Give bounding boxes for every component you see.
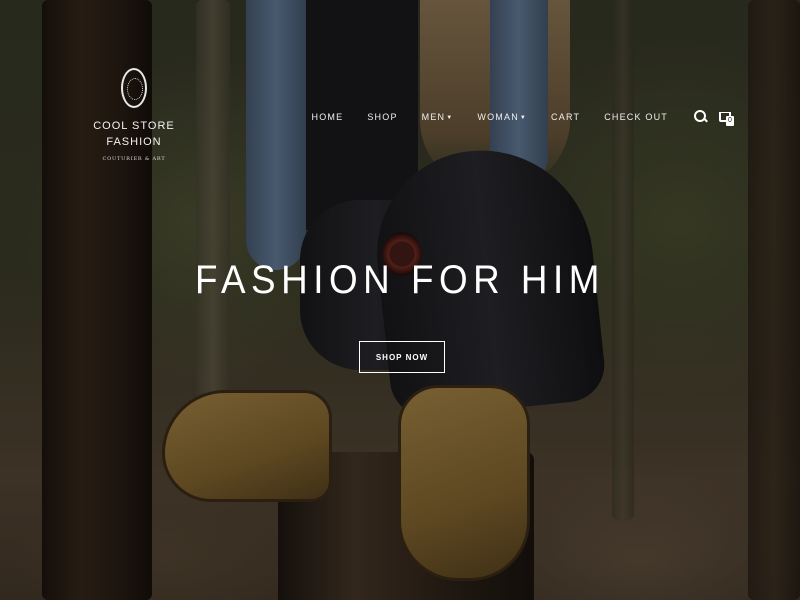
nav-item-woman-label: WOMAN <box>477 112 519 122</box>
store-logo[interactable]: COOL STORE FASHION COUTURIER & ART <box>92 68 176 162</box>
cart-icon[interactable]: 0 <box>718 108 736 126</box>
logo-name-line2: FASHION <box>106 136 162 148</box>
nav-item-shop[interactable]: SHOP <box>367 112 397 122</box>
nav-item-cart[interactable]: CART <box>551 112 580 122</box>
logo-emblem-icon <box>121 68 147 108</box>
hero-title: FASHION FOR HIM <box>195 258 605 302</box>
cart-count-badge: 0 <box>726 116 734 126</box>
caret-down-icon: ▼ <box>446 115 454 121</box>
nav-item-men[interactable]: MEN▼ <box>422 112 454 122</box>
search-icon[interactable] <box>694 110 708 124</box>
logo-name-line1: COOL STORE <box>93 120 175 132</box>
logo-tagline: COUTURIER & ART <box>102 156 166 162</box>
caret-down-icon: ▼ <box>519 115 528 121</box>
nav-item-men-label: MEN <box>421 112 446 122</box>
main-navigation: HOME SHOP MEN▼ WOMAN▼ CART CHECK OUT 0 <box>312 108 736 126</box>
shop-now-button[interactable]: SHOP NOW <box>359 341 445 373</box>
nav-item-woman[interactable]: WOMAN▼ <box>477 112 527 122</box>
nav-item-checkout[interactable]: CHECK OUT <box>604 112 668 122</box>
nav-item-home[interactable]: HOME <box>312 112 344 122</box>
